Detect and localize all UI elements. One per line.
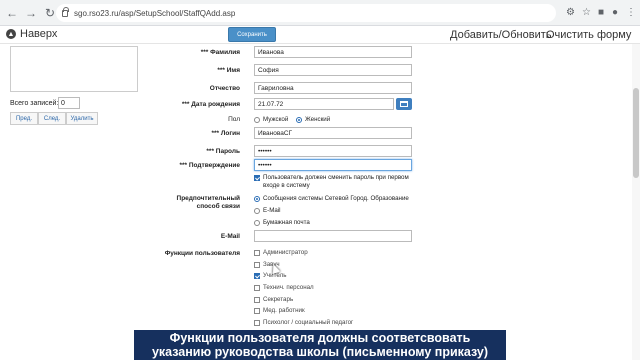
calendar-button[interactable] — [396, 98, 412, 110]
lock-icon — [62, 6, 69, 17]
roles-label: Функции пользователя — [164, 250, 240, 257]
clear-form-link[interactable]: Очистить форму — [546, 29, 631, 41]
patronymic-label: Отчество — [209, 85, 240, 92]
reload-icon[interactable]: ↻ — [43, 6, 57, 20]
prev-button[interactable]: Пред. — [10, 112, 38, 125]
login-label: *** Логин — [211, 130, 240, 137]
firstname-input[interactable]: София — [254, 64, 412, 76]
records-count-field: 0 — [58, 97, 80, 109]
contact-option-email: E-Mail — [263, 207, 281, 214]
role-secretary-checkbox[interactable] — [254, 297, 260, 303]
must-change-password-label-2: входе в систему — [263, 182, 310, 189]
translate-icon[interactable]: ⚙ — [566, 7, 575, 18]
password-label: *** Пароль — [206, 148, 240, 155]
lastname-input[interactable]: Иванова — [254, 46, 412, 58]
lastname-label: *** Фамилия — [200, 49, 240, 56]
role-teacher-checkbox[interactable] — [254, 273, 260, 279]
gender-male-radio[interactable] — [254, 117, 260, 123]
role-secretary-label: Секретарь — [263, 296, 294, 303]
contact-option-mail: Бумажная почта — [263, 219, 310, 226]
back-to-top-label: Наверх — [20, 28, 58, 40]
contact-email-radio[interactable] — [254, 208, 260, 214]
extensions-icon[interactable]: ■ — [598, 7, 604, 18]
contact-option-system: Сообщения системы Сетевой Город. Образов… — [263, 195, 409, 202]
records-count-label: Всего записей: — [10, 100, 59, 107]
profile-icon[interactable]: ● — [612, 7, 618, 18]
contact-method-label-1: Предпочтительный — [176, 195, 240, 202]
caption-banner: Функции пользователя должны соответсвова… — [134, 330, 506, 360]
role-psychologist-checkbox[interactable] — [254, 320, 260, 326]
menu-icon[interactable]: ⋮ — [626, 7, 636, 18]
role-tech-staff-checkbox[interactable] — [254, 285, 260, 291]
scrollbar-thumb[interactable] — [633, 88, 639, 178]
calendar-icon — [400, 101, 408, 107]
back-to-top-link[interactable]: ▲ Наверх — [6, 28, 57, 40]
arrow-up-icon: ▲ — [6, 29, 16, 39]
contact-mail-radio[interactable] — [254, 220, 260, 226]
role-tech-staff-label: Технич. персонал — [263, 284, 314, 291]
role-medic-label: Мед. работник — [263, 307, 305, 314]
next-button[interactable]: След. — [38, 112, 66, 125]
email-input[interactable] — [254, 230, 412, 242]
must-change-password-checkbox[interactable] — [254, 175, 260, 181]
patronymic-input[interactable]: Гавриловна — [254, 82, 412, 94]
email-label: E-Mail — [220, 233, 240, 240]
forward-arrow-icon[interactable]: → — [24, 6, 38, 20]
url-text: sgo.rso23.ru/asp/SetupSchool/StaffQAdd.a… — [74, 8, 236, 18]
records-listbox[interactable] — [10, 46, 138, 92]
save-button[interactable]: Сохранить — [228, 27, 276, 42]
role-head-teacher-checkbox[interactable] — [254, 262, 260, 268]
firstname-label: *** Имя — [217, 67, 240, 74]
save-button-label: Сохранить — [237, 31, 267, 38]
browser-toolbar: ← → ↻ sgo.rso23.ru/asp/SetupSchool/Staff… — [0, 0, 640, 26]
birthdate-input[interactable]: 21.07.72 — [254, 98, 394, 110]
star-icon[interactable]: ☆ — [582, 7, 591, 18]
role-admin-label: Администратор — [263, 249, 308, 256]
gender-female-radio[interactable] — [296, 117, 302, 123]
contact-system-radio[interactable] — [254, 196, 260, 202]
confirm-password-input[interactable]: •••••• — [254, 159, 412, 171]
role-psychologist-label: Психолог / социальный педагог — [263, 319, 354, 326]
password-input[interactable]: •••••• — [254, 145, 412, 157]
confirm-password-label: *** Подтверждение — [179, 162, 240, 169]
caption-line-1: Функции пользователя должны соответсвова… — [169, 331, 471, 345]
gender-label: Пол — [228, 116, 240, 123]
app-header: ▲ Наверх Сохранить Добавить/Обновить Очи… — [0, 26, 640, 44]
gender-male-label: Мужской — [263, 116, 289, 123]
contact-method-label-2: способ связи — [196, 203, 240, 210]
must-change-password-label-1: Пользователь должен сменить пароль при п… — [263, 174, 409, 181]
add-update-link[interactable]: Добавить/Обновить — [450, 29, 551, 41]
back-arrow-icon[interactable]: ← — [5, 6, 19, 20]
address-bar[interactable]: sgo.rso23.ru/asp/SetupSchool/StaffQAdd.a… — [56, 4, 556, 22]
delete-button[interactable]: Удалить — [66, 112, 98, 125]
caption-line-2: указанию руководства школы (письменному … — [151, 345, 489, 359]
role-admin-checkbox[interactable] — [254, 250, 260, 256]
role-medic-checkbox[interactable] — [254, 308, 260, 314]
birthdate-label: *** Дата рождения — [181, 101, 240, 108]
gender-female-label: Женский — [305, 116, 331, 123]
login-input[interactable]: ИвановаСГ — [254, 127, 412, 139]
